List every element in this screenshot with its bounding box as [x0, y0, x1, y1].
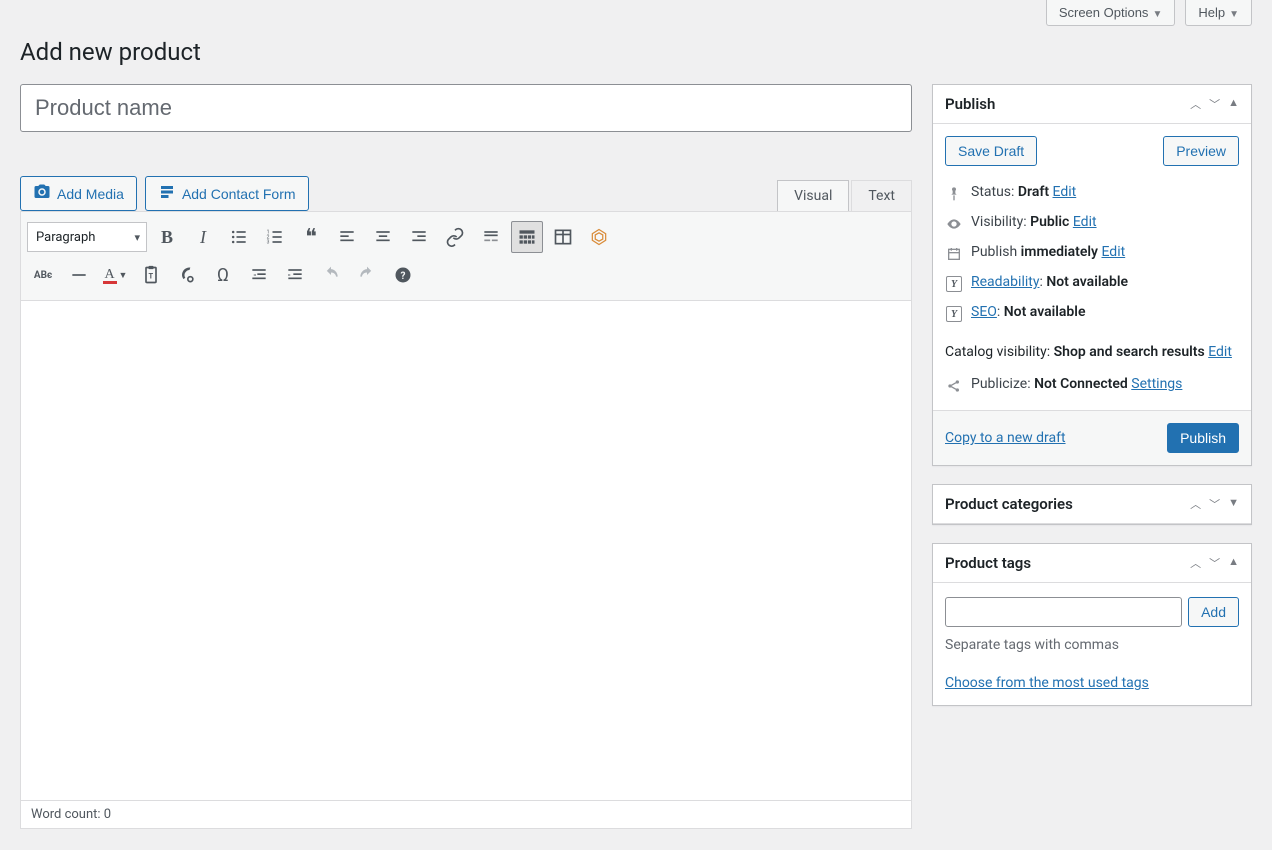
bold-button[interactable]: B [151, 221, 183, 253]
box-toggle-icon[interactable]: ▼ [1228, 496, 1239, 512]
box-move-down-icon[interactable]: ﹀ [1209, 555, 1220, 571]
tags-box-title: Product tags [945, 554, 1031, 572]
yoast-readability-icon: Y [945, 276, 963, 292]
calendar-icon [945, 246, 963, 262]
publish-box-title: Publish [945, 95, 995, 113]
save-draft-button[interactable]: Save Draft [945, 136, 1037, 166]
text-color-button[interactable]: A▼ [99, 259, 131, 291]
form-icon [158, 183, 176, 204]
categories-box-title: Product categories [945, 495, 1073, 513]
woocommerce-icon[interactable] [583, 221, 615, 253]
clear-format-button[interactable] [171, 259, 203, 291]
editor-toolbar: Paragraph B I 123 ❝ ABє [20, 211, 912, 301]
edit-visibility-link[interactable]: Edit [1073, 214, 1097, 230]
box-move-up-icon[interactable]: ︿ [1190, 555, 1201, 571]
italic-button[interactable]: I [187, 221, 219, 253]
align-left-button[interactable] [331, 221, 363, 253]
tags-hint: Separate tags with commas [945, 637, 1239, 653]
product-name-input[interactable] [20, 84, 912, 132]
tab-text[interactable]: Text [851, 180, 912, 211]
redo-button[interactable] [351, 259, 383, 291]
more-button[interactable] [475, 221, 507, 253]
page-title: Add new product [20, 26, 1252, 84]
copy-draft-link[interactable]: Copy to a new draft [945, 430, 1066, 446]
paste-text-button[interactable]: T [135, 259, 167, 291]
number-list-button[interactable]: 123 [259, 221, 291, 253]
box-toggle-icon[interactable]: ▲ [1228, 555, 1239, 571]
edit-publish-time-link[interactable]: Edit [1101, 244, 1125, 260]
box-toggle-icon[interactable]: ▲ [1228, 96, 1239, 112]
publicize-settings-link[interactable]: Settings [1131, 376, 1182, 392]
tags-box: Product tags ︿ ﹀ ▲ Add Separate tags wit… [932, 543, 1252, 706]
editor-content-area[interactable] [20, 301, 912, 801]
toolbar-toggle-button[interactable] [511, 221, 543, 253]
add-contact-form-button[interactable]: Add Contact Form [145, 176, 309, 211]
publish-button[interactable]: Publish [1167, 423, 1239, 453]
publish-box: Publish ︿ ﹀ ▲ Save Draft Preview Status:… [932, 84, 1252, 466]
word-count: Word count: 0 [20, 801, 912, 829]
box-move-up-icon[interactable]: ︿ [1190, 96, 1201, 112]
help-icon-button[interactable]: ? [387, 259, 419, 291]
box-move-down-icon[interactable]: ﹀ [1209, 96, 1220, 112]
preview-button[interactable]: Preview [1163, 136, 1239, 166]
bullet-list-button[interactable] [223, 221, 255, 253]
media-icon [33, 183, 51, 204]
seo-link[interactable]: SEO [971, 304, 997, 320]
special-char-button[interactable]: Ω [207, 259, 239, 291]
most-used-tags-link[interactable]: Choose from the most used tags [945, 675, 1149, 691]
link-button[interactable] [439, 221, 471, 253]
format-select[interactable]: Paragraph [27, 222, 147, 252]
help-button[interactable]: Help▼ [1185, 0, 1252, 26]
categories-box: Product categories ︿ ﹀ ▼ [932, 484, 1252, 525]
edit-catalog-link[interactable]: Edit [1208, 344, 1232, 360]
tab-visual[interactable]: Visual [777, 180, 849, 211]
box-move-down-icon[interactable]: ﹀ [1209, 496, 1220, 512]
tag-input[interactable] [945, 597, 1182, 627]
undo-button[interactable] [315, 259, 347, 291]
pin-icon [945, 186, 963, 202]
share-icon [945, 378, 963, 394]
add-tag-button[interactable]: Add [1188, 597, 1239, 627]
indent-button[interactable] [279, 259, 311, 291]
svg-text:3: 3 [267, 240, 270, 246]
outdent-button[interactable] [243, 259, 275, 291]
hr-button[interactable] [63, 259, 95, 291]
eye-icon [945, 216, 963, 232]
add-media-button[interactable]: Add Media [20, 176, 137, 211]
align-right-button[interactable] [403, 221, 435, 253]
svg-text:?: ? [401, 271, 406, 282]
table-button[interactable] [547, 221, 579, 253]
readability-link[interactable]: Readability [971, 274, 1039, 290]
strikethrough-button[interactable]: ABє [27, 259, 59, 291]
edit-status-link[interactable]: Edit [1053, 184, 1077, 200]
align-center-button[interactable] [367, 221, 399, 253]
blockquote-button[interactable]: ❝ [295, 221, 327, 253]
svg-text:T: T [149, 271, 154, 280]
box-move-up-icon[interactable]: ︿ [1190, 496, 1201, 512]
screen-options-button[interactable]: Screen Options▼ [1046, 0, 1176, 26]
yoast-seo-icon: Y [945, 306, 963, 322]
